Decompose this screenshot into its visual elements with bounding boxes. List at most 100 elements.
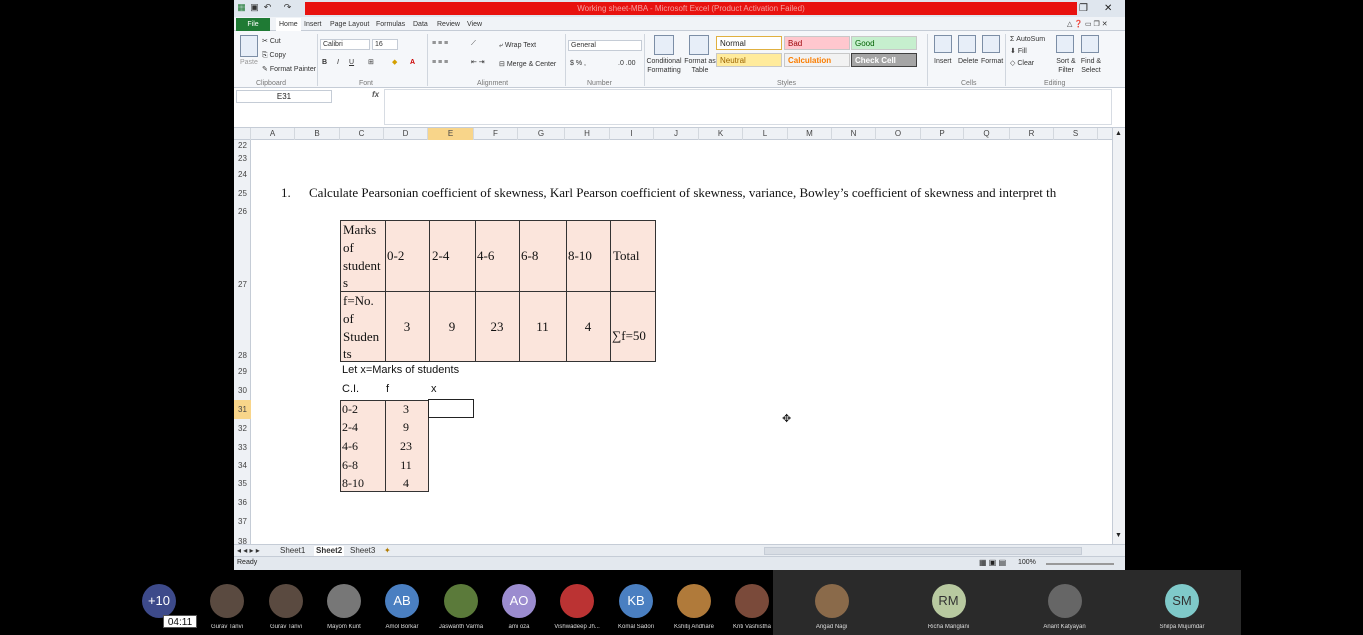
- redo-icon[interactable]: ↷: [282, 2, 293, 13]
- formula-input[interactable]: [384, 89, 1112, 125]
- sort-filter-button[interactable]: Sort & Filter: [1052, 57, 1080, 75]
- participant-tile[interactable]: Kshitij Andhare: [665, 570, 723, 635]
- column-header[interactable]: B: [295, 128, 340, 140]
- fill-color-icon[interactable]: ◆: [392, 58, 397, 67]
- indent-icon[interactable]: ⇤ ⇥: [471, 58, 485, 67]
- sheet-tab[interactable]: Sheet3: [350, 546, 375, 556]
- participant-tile[interactable]: Anant Katyayan: [1006, 570, 1123, 635]
- row-header[interactable]: 22: [234, 140, 251, 152]
- fx-icon[interactable]: fx: [372, 90, 379, 99]
- format-as-table-button[interactable]: Format as Table: [683, 57, 717, 75]
- find-select-icon[interactable]: [1081, 35, 1099, 53]
- worksheet-grid[interactable]: 1. Calculate Pearsonian coefficient of s…: [251, 140, 1112, 544]
- row-header[interactable]: 23: [234, 152, 251, 166]
- style-calculation[interactable]: Calculation: [784, 53, 850, 67]
- column-header[interactable]: Q: [964, 128, 1010, 140]
- number-format-select[interactable]: General: [568, 40, 642, 51]
- tab-page-layout[interactable]: Page Layout: [330, 18, 369, 31]
- row-header[interactable]: 34: [234, 457, 251, 475]
- active-cell-cursor[interactable]: [428, 399, 474, 418]
- help-icon[interactable]: △ ❓ ▭ ❐ ✕: [1067, 18, 1108, 31]
- tab-file[interactable]: File: [236, 18, 270, 31]
- delete-button[interactable]: Delete: [958, 57, 978, 66]
- participant-tile[interactable]: AB Amol Borkar: [373, 570, 431, 635]
- column-header[interactable]: F: [474, 128, 518, 140]
- clear-button[interactable]: ◇ Clear: [1010, 59, 1034, 68]
- column-header[interactable]: S: [1054, 128, 1098, 140]
- find-select-button[interactable]: Find & Select: [1077, 57, 1105, 75]
- new-sheet-icon[interactable]: ✦: [384, 546, 391, 556]
- format-painter-button[interactable]: ✎ Format Painter: [262, 65, 316, 74]
- row-header[interactable]: 25: [234, 184, 251, 204]
- sheet-nav-icon[interactable]: ◂ ◂ ▸ ▸: [237, 546, 260, 556]
- close-icon[interactable]: ✕: [1104, 2, 1112, 15]
- column-header[interactable]: L: [743, 128, 788, 140]
- row-header[interactable]: 36: [234, 493, 251, 512]
- underline-button[interactable]: U: [349, 58, 354, 67]
- row-header[interactable]: 27: [234, 220, 251, 291]
- paste-button[interactable]: Paste: [240, 58, 258, 67]
- restore-icon[interactable]: ❐: [1079, 2, 1088, 15]
- font-color-icon[interactable]: A: [410, 58, 415, 67]
- tab-review[interactable]: Review: [437, 18, 460, 31]
- column-header[interactable]: A: [251, 128, 295, 140]
- row-header[interactable]: 28: [234, 291, 251, 362]
- column-header[interactable]: R: [1010, 128, 1054, 140]
- participant-tile[interactable]: Mayom Kunt: [315, 570, 373, 635]
- decimal-icon[interactable]: .0 .00: [618, 59, 636, 68]
- orientation-icon[interactable]: ⟋: [471, 39, 476, 48]
- style-good[interactable]: Good: [851, 36, 917, 50]
- paste-icon[interactable]: [240, 35, 258, 57]
- participant-tile[interactable]: RM Richa Manglani: [890, 570, 1007, 635]
- sheet-tab[interactable]: Sheet1: [280, 546, 305, 556]
- participant-tile[interactable]: KB Komal Sadori: [607, 570, 665, 635]
- participant-tile[interactable]: AO ami oza: [490, 570, 548, 635]
- participant-tile[interactable]: Jaswanth Varma: [432, 570, 490, 635]
- row-header[interactable]: 33: [234, 438, 251, 457]
- undo-icon[interactable]: ↶: [262, 2, 273, 13]
- save-icon[interactable]: ▣: [249, 2, 260, 13]
- select-all-corner[interactable]: [234, 128, 251, 140]
- currency-icon[interactable]: $ % ,: [570, 59, 586, 68]
- align-top-icon[interactable]: ≡ ≡ ≡: [432, 39, 448, 48]
- wrap-text-button[interactable]: ⤶ Wrap Text: [499, 41, 536, 50]
- font-name-select[interactable]: Calibri: [320, 39, 370, 50]
- borders-icon[interactable]: ⊞: [368, 58, 374, 67]
- scroll-down-icon[interactable]: ▼: [1115, 532, 1122, 539]
- column-header[interactable]: H: [565, 128, 610, 140]
- style-neutral[interactable]: Neutral: [716, 53, 782, 67]
- view-buttons-icon[interactable]: ▦ ▣ ▤: [979, 558, 1006, 567]
- autosum-button[interactable]: Σ AutoSum: [1010, 35, 1045, 44]
- style-check-cell[interactable]: Check Cell: [851, 53, 917, 67]
- column-header[interactable]: P: [921, 128, 964, 140]
- participant-tile[interactable]: Gurav Tanvi: [257, 570, 315, 635]
- cut-button[interactable]: ✂ Cut: [262, 37, 281, 46]
- format-cells-icon[interactable]: [982, 35, 1000, 53]
- horizontal-scrollbar[interactable]: [764, 547, 1082, 555]
- column-header[interactable]: N: [832, 128, 876, 140]
- tab-view[interactable]: View: [467, 18, 482, 31]
- conditional-formatting-icon[interactable]: [654, 35, 674, 55]
- participant-tile[interactable]: Gurav Tanvi: [198, 570, 256, 635]
- font-size-select[interactable]: 16: [372, 39, 398, 50]
- align-left-icon[interactable]: ≡ ≡ ≡: [432, 58, 448, 67]
- column-header[interactable]: J: [654, 128, 699, 140]
- column-header[interactable]: K: [699, 128, 743, 140]
- copy-button[interactable]: ⎘ Copy: [262, 51, 286, 60]
- row-header[interactable]: 26: [234, 204, 251, 220]
- format-button[interactable]: Format: [981, 57, 1003, 66]
- participant-tile[interactable]: Angad Nagi: [773, 570, 890, 635]
- participant-tile[interactable]: Vishwadeep Jh...: [548, 570, 606, 635]
- row-header[interactable]: 31: [234, 400, 251, 419]
- row-header[interactable]: 38: [234, 531, 251, 546]
- bold-button[interactable]: B: [322, 58, 327, 67]
- scroll-up-icon[interactable]: ▲: [1115, 130, 1122, 137]
- column-header[interactable]: C: [340, 128, 384, 140]
- column-header[interactable]: I: [610, 128, 654, 140]
- tab-home[interactable]: Home: [276, 18, 301, 31]
- row-header[interactable]: 35: [234, 475, 251, 493]
- style-bad[interactable]: Bad: [784, 36, 850, 50]
- insert-cells-icon[interactable]: [934, 35, 952, 53]
- row-header[interactable]: 32: [234, 419, 251, 438]
- insert-button[interactable]: Insert: [934, 57, 952, 66]
